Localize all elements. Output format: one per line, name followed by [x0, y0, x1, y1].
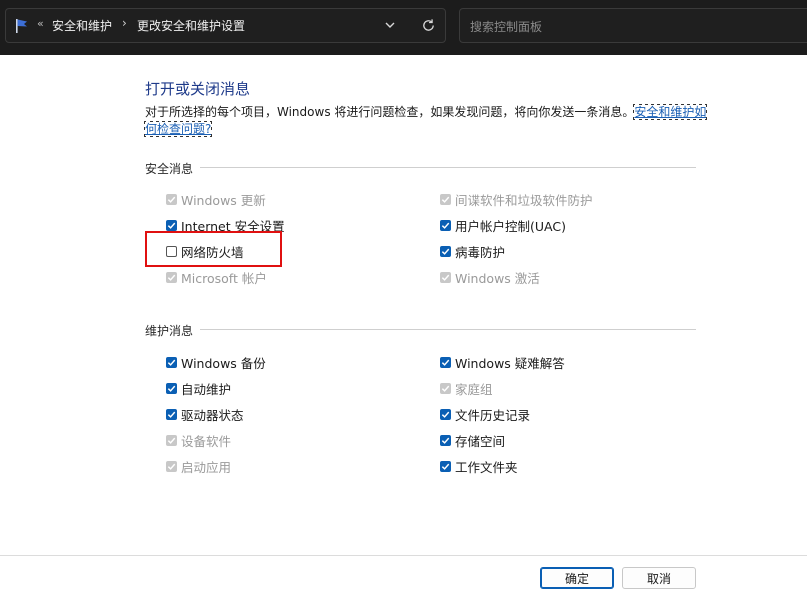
checkbox-label: Windows 激活 [455, 271, 540, 286]
checkbox-item: Microsoft 帐户 [166, 268, 267, 287]
checkmark-icon[interactable] [440, 435, 451, 446]
checkmark-icon [166, 194, 177, 205]
checkmark-icon [166, 272, 177, 283]
checkbox-label: Windows 疑难解答 [455, 356, 565, 371]
highlight-box [145, 231, 282, 267]
checkmark-icon[interactable] [166, 220, 177, 231]
cancel-button[interactable]: 取消 [622, 567, 696, 589]
checkbox-label: 文件历史记录 [455, 408, 531, 423]
divider [200, 167, 696, 168]
checkbox-label: 用户帐户控制(UAC) [455, 219, 566, 234]
nav-arrows-icon[interactable]: « [37, 17, 44, 30]
address-bar[interactable]: « 安全和维护 › 更改安全和维护设置 [5, 8, 446, 43]
checkbox-item[interactable]: 文件历史记录 [440, 405, 530, 424]
checkbox-item: Windows 激活 [440, 268, 540, 287]
breadcrumb-change-settings[interactable]: 更改安全和维护设置 [137, 17, 245, 34]
checkbox-item[interactable]: 驱动器状态 [166, 405, 244, 424]
checkmark-icon [166, 435, 177, 446]
checkbox-label: Windows 备份 [181, 356, 266, 371]
flag-icon [16, 19, 27, 33]
checkbox-item: 启动应用 [166, 457, 231, 476]
breadcrumb-separator: › [122, 16, 127, 30]
checkbox-label: 自动维护 [181, 382, 232, 397]
checkbox-item: 间谍软件和垃圾软件防护 [440, 190, 593, 209]
checkmark-icon[interactable] [166, 383, 177, 394]
checkmark-icon[interactable] [440, 246, 451, 257]
checkmark-icon [440, 272, 451, 283]
title-bar: « 安全和维护 › 更改安全和维护设置 搜索控制面板 [0, 0, 807, 55]
page-description: 对于所选择的每个项目，Windows 将进行问题检查，如果发现问题，将向你发送一… [143, 104, 710, 138]
checkbox-label: 存储空间 [455, 434, 506, 449]
checkmark-icon [440, 194, 451, 205]
checkbox-label: 设备软件 [181, 434, 232, 449]
checkbox-item[interactable]: Windows 疑难解答 [440, 353, 565, 372]
checkbox-item[interactable]: 病毒防护 [440, 242, 505, 261]
search-input[interactable]: 搜索控制面板 [459, 8, 807, 43]
checkbox-item: 家庭组 [440, 379, 493, 398]
checkbox-label: 病毒防护 [455, 245, 506, 260]
checkbox-item: Windows 更新 [166, 190, 266, 209]
checkmark-icon[interactable] [440, 220, 451, 231]
checkmark-icon[interactable] [440, 409, 451, 420]
checkbox-label: 驱动器状态 [181, 408, 244, 423]
checkbox-item: 设备软件 [166, 431, 231, 450]
checkbox-item[interactable]: 用户帐户控制(UAC) [440, 216, 566, 235]
checkbox-label: 启动应用 [181, 460, 232, 475]
checkbox-label: Windows 更新 [181, 193, 266, 208]
checkmark-icon[interactable] [166, 409, 177, 420]
checkbox-item[interactable]: Windows 备份 [166, 353, 266, 372]
checkbox-item[interactable]: 工作文件夹 [440, 457, 518, 476]
checkbox-label: 间谍软件和垃圾软件防护 [455, 193, 593, 208]
page-title: 打开或关闭消息 [145, 80, 251, 98]
checkmark-icon [440, 383, 451, 394]
refresh-icon[interactable] [421, 18, 436, 33]
checkbox-label: 工作文件夹 [455, 460, 518, 475]
breadcrumb-security-maintenance[interactable]: 安全和维护 [52, 17, 112, 34]
chevron-down-icon[interactable] [384, 19, 396, 31]
ok-button[interactable]: 确定 [540, 567, 614, 589]
search-placeholder: 搜索控制面板 [470, 20, 543, 34]
checkmark-icon[interactable] [166, 357, 177, 368]
footer-divider [0, 555, 807, 556]
checkbox-label: Microsoft 帐户 [181, 271, 267, 286]
divider [200, 329, 696, 330]
description-text: 对于所选择的每个项目，Windows 将进行问题检查，如果发现问题，将向你发送一… [145, 105, 635, 119]
security-heading: 安全消息 [145, 162, 194, 176]
maintenance-heading: 维护消息 [145, 324, 194, 338]
checkmark-icon [166, 461, 177, 472]
checkbox-item[interactable]: 存储空间 [440, 431, 505, 450]
checkmark-icon[interactable] [440, 357, 451, 368]
checkmark-icon[interactable] [440, 461, 451, 472]
checkbox-item[interactable]: 自动维护 [166, 379, 231, 398]
checkbox-label: 家庭组 [455, 382, 493, 397]
